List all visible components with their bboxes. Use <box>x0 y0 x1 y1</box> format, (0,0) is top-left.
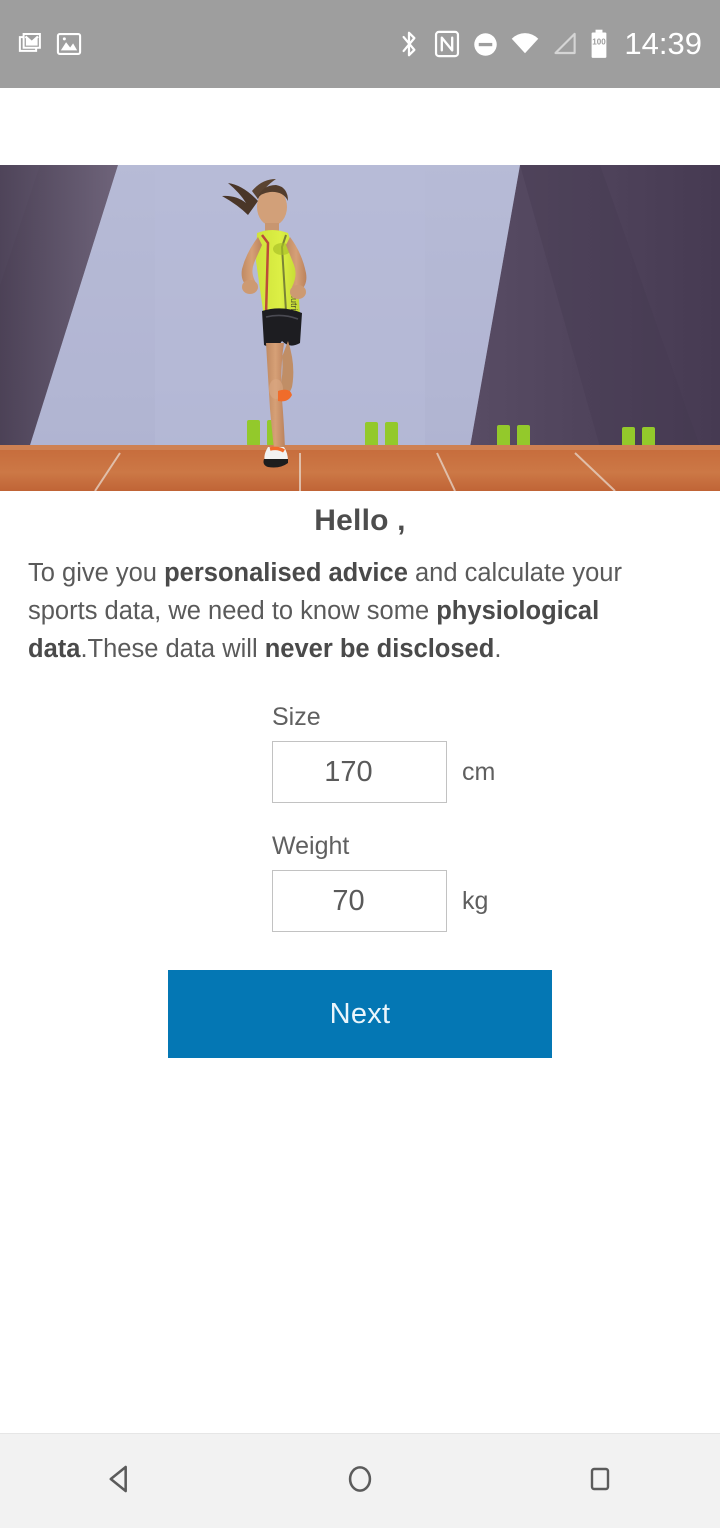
weight-row: kg <box>272 870 720 932</box>
physiological-data-form: Size cm Weight kg <box>0 700 720 932</box>
size-label: Size <box>272 703 321 731</box>
intro-text: . <box>494 635 502 663</box>
size-row: cm <box>272 741 720 803</box>
status-bar-left-icons <box>18 29 83 59</box>
form-spacer <box>272 803 720 829</box>
photo-icon <box>55 30 83 58</box>
status-bar-clock: 14:39 <box>624 26 702 61</box>
home-button[interactable] <box>240 1434 480 1528</box>
main-content: Hello , To give you personalised advice … <box>0 491 720 1058</box>
field-weight: Weight kg <box>272 829 720 932</box>
intro-emphasis: personalised advice <box>164 559 408 587</box>
page-title: Hello , <box>314 504 406 537</box>
status-bar: 100 14:39 <box>0 0 720 88</box>
do-not-disturb-icon <box>472 31 499 58</box>
recents-button[interactable] <box>480 1434 720 1528</box>
size-input[interactable] <box>272 741 447 803</box>
cellular-signal-icon <box>551 31 578 57</box>
next-button[interactable]: Next <box>168 970 552 1058</box>
weight-input[interactable] <box>272 870 447 932</box>
intro-text: To give you <box>28 559 165 587</box>
status-bar-right-icons: 100 14:39 <box>396 26 702 62</box>
battery-icon: 100 <box>589 29 609 59</box>
size-unit-label: cm <box>462 758 496 786</box>
intro-paragraph: To give you personalised advice and calc… <box>28 554 692 668</box>
weight-label: Weight <box>272 832 350 860</box>
weight-unit-label: kg <box>462 887 489 915</box>
intro-emphasis: never be disclosed <box>264 635 495 663</box>
bluetooth-icon <box>396 29 422 59</box>
android-navigation-bar <box>0 1433 720 1528</box>
svg-text:100: 100 <box>593 38 607 47</box>
nfc-icon <box>433 29 461 59</box>
hero-image-runner: nutrition <box>0 165 720 491</box>
home-icon <box>343 1462 377 1501</box>
wifi-icon <box>510 31 540 57</box>
field-size: Size cm <box>272 700 720 803</box>
gmail-icon <box>18 29 48 59</box>
recents-icon <box>584 1463 616 1500</box>
intro-text: .These data will <box>80 635 265 663</box>
back-icon <box>103 1462 137 1501</box>
back-button[interactable] <box>0 1434 240 1528</box>
